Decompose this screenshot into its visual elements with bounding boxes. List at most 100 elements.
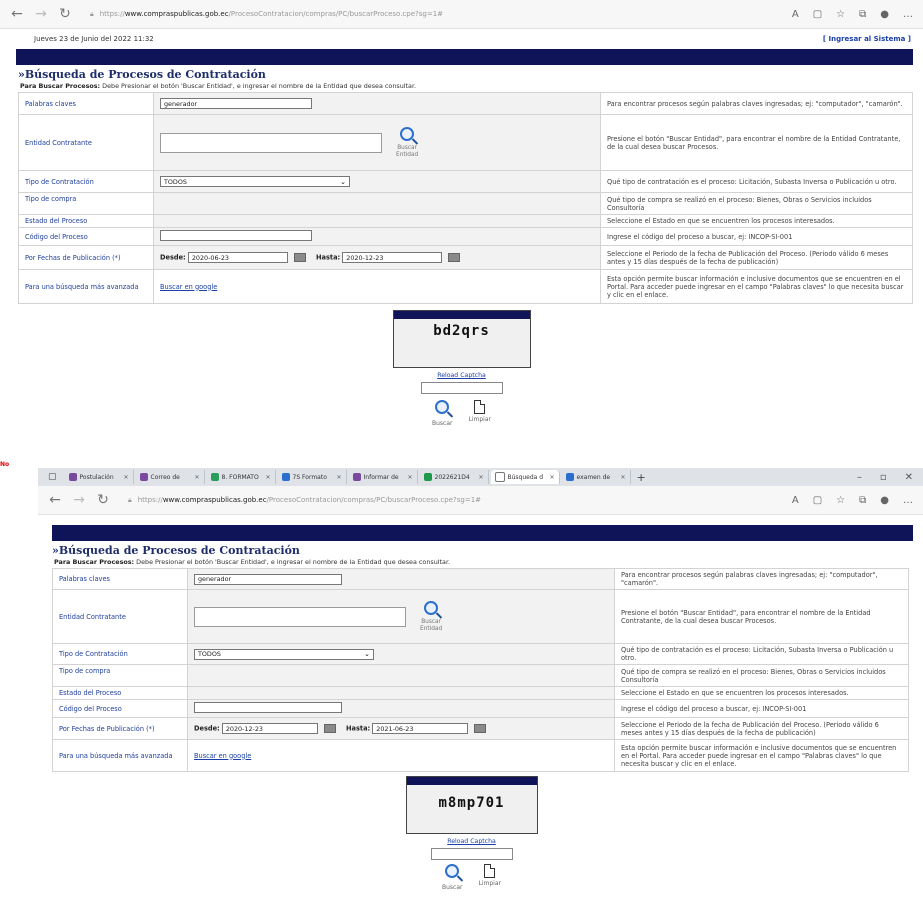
clear-button[interactable]: Limpiar (479, 864, 501, 891)
magnifier-icon (445, 864, 460, 878)
page-content: »Búsqueda de Procesos de Contratación Pa… (38, 515, 923, 891)
profile-icon[interactable]: ● (880, 495, 889, 506)
browser-tab-active[interactable]: Búsqueda d ✕ (490, 470, 560, 484)
entity-help: Presione el botón "Buscar Entidad", para… (614, 589, 909, 644)
close-window-icon[interactable]: ✕ (905, 472, 913, 483)
favorite-star-icon[interactable]: ☆ (836, 495, 845, 506)
browser-tab[interactable]: Postulación ✕ (65, 470, 134, 484)
code-input[interactable] (194, 702, 342, 713)
more-menu-icon[interactable]: … (903, 9, 913, 20)
date-from-input[interactable]: 2020-12-23 (221, 723, 318, 734)
state-help: Seleccione el Estado en que se encuentre… (614, 686, 909, 700)
advanced-label: Para una búsqueda más avanzada (52, 739, 188, 772)
reload-captcha-link[interactable]: Reload Captcha (447, 838, 496, 845)
contract-type-select[interactable]: TODOS ⌄ (160, 176, 350, 187)
browser-tab[interactable]: 7S Formato ✕ (278, 470, 347, 484)
forward-arrow-icon[interactable]: → (72, 492, 86, 508)
forward-arrow-icon[interactable]: → (34, 6, 48, 22)
calendar-icon[interactable] (448, 253, 461, 262)
code-help: Ingrese el código del proceso a buscar, … (614, 699, 909, 718)
entity-input[interactable] (160, 132, 382, 153)
search-button[interactable]: Buscar (432, 400, 453, 427)
collections-icon[interactable]: ▢ (813, 495, 822, 506)
extensions-icon[interactable]: ⧉ (859, 495, 866, 506)
favorite-star-icon[interactable]: ☆ (836, 9, 845, 20)
tab-strip: ▢ Postulación ✕ Correo de ✕ 8. FORMATO ✕ 7S… (38, 468, 923, 486)
address-bar[interactable]: 🔒︎ https://www.compraspublicas.gob.ec/Pr… (120, 491, 782, 509)
minimize-icon[interactable]: – (857, 472, 862, 483)
purchase-type-help: Qué tipo de compra se realizó en el proc… (614, 664, 909, 687)
tab-favicon-icon (565, 473, 574, 481)
clear-button[interactable]: Limpiar (469, 400, 491, 427)
entity-help: Presione el botón "Buscar Entidad", para… (600, 114, 913, 171)
more-menu-icon[interactable]: … (903, 495, 913, 506)
captcha-input[interactable] (420, 382, 503, 394)
search-entity-button[interactable]: Buscar Entidad (392, 126, 422, 159)
refresh-icon[interactable]: ↻ (58, 6, 72, 22)
contract-type-label: Tipo de Contratación (52, 643, 188, 665)
read-aloud-icon[interactable]: A (792, 495, 799, 506)
chevron-down-icon: ⌄ (340, 177, 346, 186)
date-label: Jueves 23 de Junio del 2022 11:32 (34, 35, 154, 43)
page-title: »Búsqueda de Procesos de Contratación (18, 68, 266, 81)
collections-icon[interactable]: ▢ (813, 9, 822, 20)
search-entity-button[interactable]: Buscar Entidad (416, 600, 446, 633)
browser-tab[interactable]: 2022621D4 ✕ (420, 470, 489, 484)
browser-tab[interactable]: Correo de ✕ (136, 470, 205, 484)
browser-tab[interactable]: examen de ✕ (562, 470, 631, 484)
google-search-link[interactable]: Buscar en google (194, 752, 251, 760)
back-arrow-icon[interactable]: ← (10, 6, 24, 22)
code-label: Código del Proceso (18, 227, 154, 246)
login-system-link[interactable]: [ Ingresar al Sistema ] (823, 35, 911, 43)
new-tab-button[interactable]: + (633, 471, 650, 484)
advanced-help: Esta opción permite buscar información e… (614, 739, 909, 772)
code-input[interactable] (160, 230, 312, 241)
captcha-section: m8mp701 Reload Captcha Buscar Limpiar (38, 776, 923, 891)
page-title: »Búsqueda de Procesos de Contratación (52, 544, 300, 557)
row-keywords: Palabras claves generador Para encontrar… (52, 568, 909, 590)
magnifier-icon (400, 126, 415, 141)
instructions: Para Buscar Procesos: Debe Presionar el … (54, 558, 451, 566)
header-band (16, 49, 913, 65)
google-search-link[interactable]: Buscar en google (160, 283, 217, 291)
date-to-input[interactable]: 2021-06-23 (372, 723, 469, 734)
reload-captcha-link[interactable]: Reload Captcha (437, 372, 486, 379)
refresh-icon[interactable]: ↻ (96, 492, 110, 508)
address-bar[interactable]: 🔒︎ https://www.compraspublicas.gob.ec/Pr… (82, 5, 782, 23)
magnifier-icon (424, 600, 439, 615)
row-state: Estado del Proceso Seleccione el Estado … (18, 214, 913, 228)
back-arrow-icon[interactable]: ← (48, 492, 62, 508)
calendar-icon[interactable] (293, 253, 306, 262)
header-band (52, 525, 913, 541)
keywords-input[interactable]: generador (194, 573, 342, 585)
advanced-help: Esta opción permite buscar información e… (600, 269, 913, 304)
row-advanced: Para una búsqueda más avanzada Buscar en… (52, 739, 909, 772)
state-label: Estado del Proceso (52, 686, 188, 700)
read-aloud-icon[interactable]: A (792, 9, 799, 20)
keywords-input[interactable]: generador (160, 98, 312, 109)
search-button[interactable]: Buscar (442, 864, 463, 891)
maximize-icon[interactable]: ▫ (880, 472, 887, 483)
browser-tab[interactable]: Informar de ✕ (349, 470, 418, 484)
entity-label: Entidad Contratante (52, 589, 188, 644)
calendar-icon[interactable] (474, 724, 487, 733)
row-contract-type: Tipo de Contratación TODOS ⌄ Qué tipo de … (52, 643, 909, 665)
row-keywords: Palabras claves generador Para encontrar… (18, 92, 913, 115)
search-form-table: Palabras claves generador Para encontrar… (18, 92, 913, 304)
browser-tab[interactable]: 8. FORMATO ✕ (207, 470, 276, 484)
date-from-input[interactable]: 2020-06-23 (187, 252, 288, 263)
calendar-icon[interactable] (323, 724, 336, 733)
tab-actions-icon[interactable]: ▢ (42, 472, 63, 482)
magnifier-icon (435, 400, 450, 414)
dates-help: Seleccione el Periodo de la fecha de Pub… (600, 245, 913, 270)
profile-icon[interactable]: ● (880, 9, 889, 20)
row-entity: Entidad Contratante Buscar Entidad Presi… (52, 589, 909, 644)
keywords-help: Para encontrar procesos según palabras c… (614, 568, 909, 590)
date-to-input[interactable]: 2020-12-23 (342, 252, 443, 263)
document-icon (474, 400, 486, 414)
lock-icon: 🔒︎ (128, 495, 132, 504)
contract-type-select[interactable]: TODOS ⌄ (194, 648, 374, 660)
entity-input[interactable] (194, 606, 406, 627)
extensions-icon[interactable]: ⧉ (859, 9, 866, 20)
captcha-input[interactable] (430, 848, 513, 860)
